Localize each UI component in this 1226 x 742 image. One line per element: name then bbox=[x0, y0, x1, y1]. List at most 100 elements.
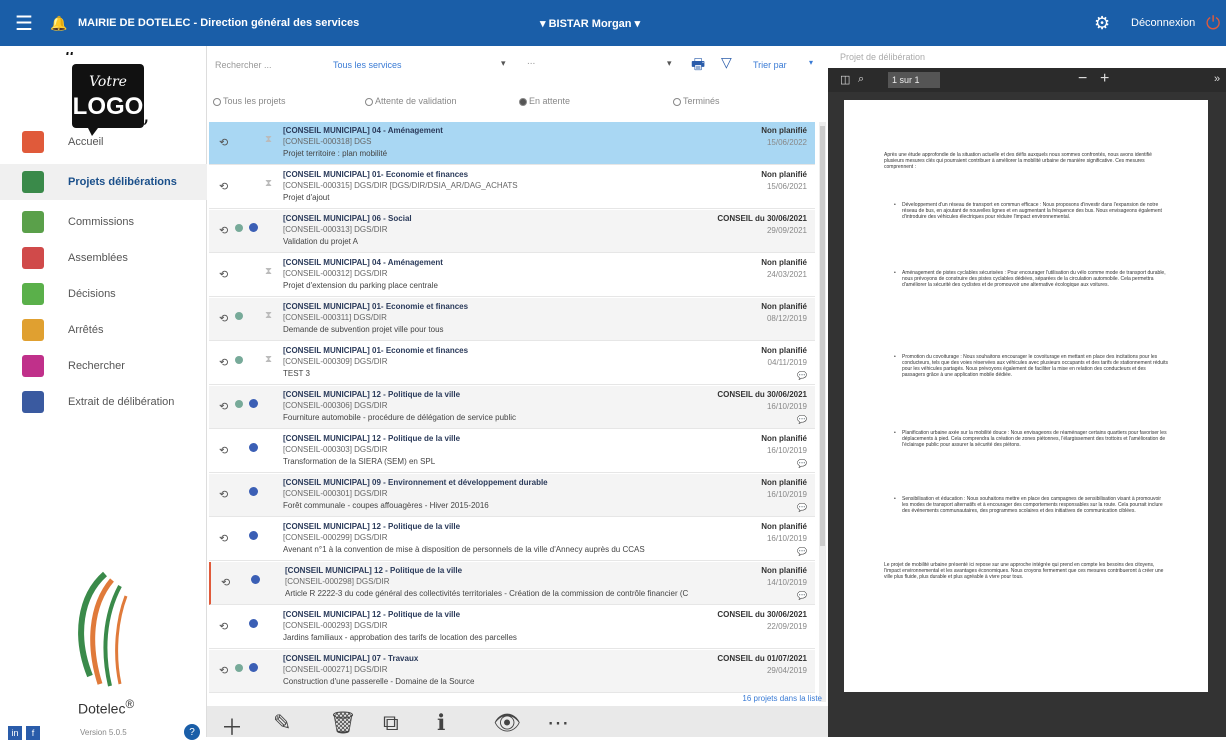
copy-icon[interactable]: ⧉ bbox=[383, 710, 399, 736]
chevron-down-icon[interactable]: ▾ bbox=[667, 58, 672, 69]
row-reference: [CONSEIL-000293] DGS/DIR bbox=[283, 621, 388, 630]
radio-label: Tous les projets bbox=[223, 96, 286, 106]
decision-icon bbox=[22, 283, 44, 305]
row-date: 16/10/2019 bbox=[766, 402, 807, 411]
more-icon[interactable]: ⋯ bbox=[547, 710, 569, 736]
more-tools-icon[interactable]: » bbox=[1214, 73, 1220, 85]
row-subject: Projet territoire : plan mobilité bbox=[283, 149, 388, 158]
row-status: CONSEIL du 30/06/2021 bbox=[717, 390, 807, 399]
row-date: 16/10/2019 bbox=[766, 534, 807, 543]
search-input[interactable]: Rechercher ... bbox=[215, 60, 272, 70]
workflow-icon: ⟲ bbox=[219, 401, 229, 413]
menu-icon[interactable]: ☰ bbox=[0, 0, 48, 46]
radio-button[interactable] bbox=[365, 97, 373, 106]
filter-icon[interactable]: ▽ bbox=[721, 54, 732, 71]
sidebar-toggle-icon[interactable]: ◫ bbox=[840, 73, 850, 86]
row-title: [CONSEIL MUNICIPAL] 04 - Aménagement bbox=[283, 126, 443, 135]
edit-icon[interactable]: ✎ bbox=[273, 710, 291, 736]
table-row[interactable]: ⟲ ⧗ [CONSEIL MUNICIPAL] 04 - Aménagement [C… bbox=[209, 254, 815, 297]
table-row[interactable]: ⟲ [CONSEIL MUNICIPAL] 12 - Politique de l… bbox=[209, 562, 815, 605]
radio-button[interactable] bbox=[519, 97, 527, 106]
actions-toolbar: ＋ ✎ 🗑 ⧉ ℹ 👁 ⋯ bbox=[207, 706, 828, 740]
globe-icon bbox=[249, 487, 258, 496]
status-radio[interactable]: Tous les projets bbox=[213, 96, 286, 106]
table-row[interactable]: ⟲ [CONSEIL MUNICIPAL] 12 - Politique de l… bbox=[209, 518, 815, 561]
workflow-icon: ⟲ bbox=[219, 445, 229, 457]
table-row[interactable]: ⟲ ⧗ [CONSEIL MUNICIPAL] 04 - Aménagement [C… bbox=[209, 122, 815, 165]
table-row[interactable]: ⟲ [CONSEIL MUNICIPAL] 09 - Environnement … bbox=[209, 474, 815, 517]
table-row[interactable]: ⟲ [CONSEIL MUNICIPAL] 12 - Politique de l… bbox=[209, 386, 815, 429]
gear-icon[interactable]: ⚙ bbox=[1094, 13, 1110, 34]
row-subject: Validation du projet A bbox=[283, 237, 359, 246]
sidebar-item-arr-tés[interactable]: Arrêtés bbox=[0, 312, 207, 348]
filter-more[interactable]: ... bbox=[527, 56, 535, 67]
status-radio[interactable]: Attente de validation bbox=[365, 96, 457, 106]
table-row[interactable]: ⟲ ⧗ [CONSEIL MUNICIPAL] 01- Economie et fi… bbox=[209, 342, 815, 385]
row-title: [CONSEIL MUNICIPAL] 06 - Social bbox=[283, 214, 412, 223]
facebook-icon[interactable]: f bbox=[26, 726, 40, 740]
search-icon[interactable]: ⌕ bbox=[858, 73, 864, 86]
help-icon[interactable]: ? bbox=[184, 724, 200, 740]
logo-line2: LOGO bbox=[73, 93, 144, 120]
sort-select[interactable]: Trier par bbox=[753, 60, 787, 70]
sidebar-item-décisions[interactable]: Décisions bbox=[0, 276, 207, 312]
sidebar-item-commissions[interactable]: Commissions bbox=[0, 204, 207, 240]
zoom-in-icon[interactable]: + bbox=[1100, 70, 1109, 88]
bullet-icon: • bbox=[894, 270, 896, 276]
table-row[interactable]: ⟲ [CONSEIL MUNICIPAL] 12 - Politique de l… bbox=[209, 430, 815, 473]
table-row[interactable]: ⟲ [CONSEIL MUNICIPAL] 07 - Travaux [CONSEI… bbox=[209, 650, 815, 693]
comment-icon: 💬 bbox=[797, 591, 807, 600]
row-status: CONSEIL du 01/07/2021 bbox=[717, 654, 807, 663]
row-subject: Article R 2222-3 du code général des col… bbox=[285, 589, 689, 598]
sidebar-item-projets-délibérations[interactable]: Projets délibérations bbox=[0, 164, 207, 200]
doc-outro: Le projet de mobilité urbaine présenté i… bbox=[884, 562, 1164, 580]
status-radio[interactable]: En attente bbox=[519, 96, 570, 106]
bell-icon[interactable]: 🔔 bbox=[48, 15, 70, 32]
delete-icon[interactable]: 🗑 bbox=[329, 710, 357, 736]
row-date: 04/11/2019 bbox=[767, 358, 807, 367]
sidebar-item-label: Assemblées bbox=[68, 252, 128, 264]
table-row[interactable]: ⟲ [CONSEIL MUNICIPAL] 06 - Social [CONSEIL… bbox=[209, 210, 815, 253]
services-select[interactable]: Tous les services bbox=[333, 60, 402, 70]
zoom-out-icon[interactable]: − bbox=[1078, 70, 1087, 88]
chevron-down-icon: ▾ bbox=[540, 17, 546, 30]
table-row[interactable]: ⟲ ⧗ [CONSEIL MUNICIPAL] 01- Economie et fi… bbox=[209, 166, 815, 209]
bullet-icon: • bbox=[894, 496, 896, 502]
user-menu[interactable]: ▾ BISTAR Morgan ▾ bbox=[540, 17, 640, 30]
sidebar-item-accueil[interactable]: Accueil bbox=[0, 124, 207, 160]
row-title: [CONSEIL MUNICIPAL] 12 - Politique de la… bbox=[283, 434, 461, 443]
globe-icon bbox=[251, 575, 260, 584]
radio-label: Attente de validation bbox=[375, 96, 457, 106]
scrollbar[interactable] bbox=[819, 122, 826, 702]
row-title: [CONSEIL MUNICIPAL] 04 - Aménagement bbox=[283, 258, 443, 267]
doc-bullet: Aménagement de pistes cyclables sécurisé… bbox=[902, 270, 1166, 288]
row-date: 24/03/2021 bbox=[766, 270, 807, 279]
linkedin-icon[interactable]: in bbox=[8, 726, 22, 740]
row-status: CONSEIL du 30/06/2021 bbox=[717, 214, 807, 223]
radio-button[interactable] bbox=[213, 97, 221, 106]
add-icon[interactable]: ＋ bbox=[221, 710, 243, 742]
radio-button[interactable] bbox=[673, 97, 681, 106]
doc-bullet: Promotion du covoiturage : Nous souhaito… bbox=[902, 354, 1168, 378]
row-reference: [CONSEIL-000313] DGS/DIR bbox=[283, 225, 388, 234]
status-radio[interactable]: Terminés bbox=[673, 96, 720, 106]
sidebar-item-assemblées[interactable]: Assemblées bbox=[0, 240, 207, 276]
logo-line1: Votre bbox=[89, 74, 127, 90]
sidebar-item-extrait-de-délibération[interactable]: Extrait de délibération bbox=[0, 384, 207, 420]
power-icon[interactable]: ⏻ bbox=[1206, 13, 1220, 34]
table-row[interactable]: ⟲ [CONSEIL MUNICIPAL] 12 - Politique de l… bbox=[209, 606, 815, 649]
row-title: [CONSEIL MUNICIPAL] 12 - Politique de la… bbox=[283, 522, 461, 531]
sidebar-item-label: Projets délibérations bbox=[68, 176, 177, 188]
logout-button[interactable]: Déconnexion bbox=[1131, 17, 1195, 29]
eye-icon[interactable]: 👁 bbox=[493, 710, 521, 736]
info-icon[interactable]: ℹ bbox=[437, 710, 445, 736]
chevron-down-icon[interactable]: ▾ bbox=[501, 58, 506, 69]
page-field[interactable]: 1 sur 1 bbox=[888, 72, 940, 88]
printer-icon[interactable]: 🖶 bbox=[691, 54, 705, 79]
sidebar-item-rechercher[interactable]: Rechercher bbox=[0, 348, 207, 384]
row-title: [CONSEIL MUNICIPAL] 12 - Politique de la… bbox=[283, 390, 461, 399]
assembly-icon bbox=[22, 247, 44, 269]
workflow-icon: ⟲ bbox=[219, 137, 229, 149]
chevron-down-icon[interactable]: ▾ bbox=[809, 58, 813, 67]
table-row[interactable]: ⟲ ⧗ [CONSEIL MUNICIPAL] 01- Economie et fi… bbox=[209, 298, 815, 341]
